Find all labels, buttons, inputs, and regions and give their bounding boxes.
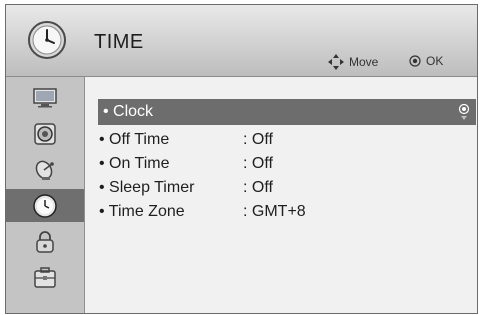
- menu-item-sleep-timer[interactable]: • Sleep Timer : Off: [99, 177, 273, 199]
- menu-item-clock[interactable]: • Clock: [98, 99, 476, 125]
- menu-item-label: • Clock: [103, 103, 154, 120]
- ok-button-icon: [409, 55, 421, 67]
- menu-item-label: • On Time: [99, 155, 170, 172]
- enter-submenu-icon: [458, 103, 470, 120]
- ok-hint-label: OK: [426, 54, 444, 68]
- menu-item-label: • Time Zone: [99, 203, 185, 220]
- menu-item-label: • Off Time: [99, 131, 170, 148]
- menu-header: TIME Move OK: [6, 5, 477, 77]
- menu-item-label: • Sleep Timer: [99, 179, 195, 196]
- clock-icon: [33, 193, 57, 218]
- picture-icon: [33, 87, 57, 107]
- navigation-arrows-icon: [328, 54, 344, 70]
- channel-icon: [35, 160, 54, 180]
- sidebar-item-option[interactable]: [6, 261, 84, 294]
- move-hint: Move: [328, 54, 378, 70]
- audio-icon: [34, 122, 56, 145]
- clock-icon: [28, 21, 66, 59]
- sidebar-item-time[interactable]: [6, 189, 84, 222]
- menu-item-off-time[interactable]: • Off Time : Off: [99, 129, 273, 151]
- ok-hint: OK: [409, 54, 443, 68]
- sidebar-item-channel[interactable]: [6, 153, 84, 186]
- lock-icon: [36, 230, 54, 253]
- page-title: TIME: [94, 31, 144, 53]
- menu-item-value: : Off: [243, 131, 273, 148]
- sidebar-item-lock[interactable]: [6, 225, 84, 258]
- menu-item-on-time[interactable]: • On Time : Off: [99, 153, 273, 175]
- menu-item-value: : Off: [243, 179, 273, 196]
- osd-menu-window: TIME Move OK • Clock • Off Time: Off • …: [5, 4, 478, 314]
- menu-item-value: : GMT+8: [243, 203, 306, 220]
- move-hint-label: Move: [349, 55, 379, 69]
- sidebar-item-audio[interactable]: [6, 117, 84, 150]
- menu-item-time-zone[interactable]: • Time Zone : GMT+8: [99, 201, 306, 223]
- option-icon: [34, 266, 56, 288]
- sidebar-item-picture[interactable]: [6, 81, 84, 114]
- menu-list: • Clock • Off Time : Off • On Time : Off…: [85, 77, 477, 313]
- category-sidebar: [6, 77, 85, 313]
- menu-item-value: : Off: [243, 155, 273, 172]
